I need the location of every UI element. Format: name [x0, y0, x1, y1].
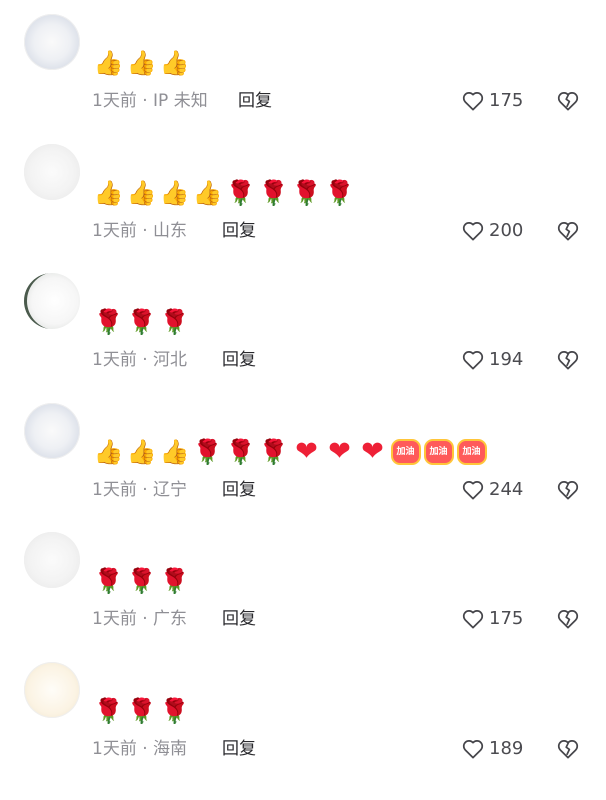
rose-emoji-icon: 🌹: [225, 438, 256, 466]
broken-heart-outline-icon[interactable]: [555, 737, 581, 761]
broken-heart-outline-icon[interactable]: [555, 607, 581, 631]
broken-heart-outline-icon[interactable]: [555, 89, 581, 113]
comment-time: 1天前: [92, 480, 137, 500]
like-count: 244: [489, 479, 524, 500]
comment-item: 👍 👍 👍 🌹 🌹 🌹 ❤ ❤ ❤ 加油 加油 加油 1天前 · 辽宁 回复 244: [0, 389, 606, 518]
rose-emoji-icon: 🌹: [126, 308, 157, 336]
thumb-emoji-icon: 👍: [93, 179, 124, 207]
jiayou-badge-emoji-icon: 加油: [456, 439, 487, 465]
rose-emoji-icon: 🌹: [324, 179, 355, 207]
reply-button[interactable]: 回复: [222, 479, 256, 501]
meta-separator: ·: [136, 221, 154, 241]
meta-separator: ·: [136, 480, 154, 500]
jiayou-badge-emoji-icon: 加油: [390, 439, 421, 465]
avatar[interactable]: [24, 273, 80, 329]
comment-text: 🌹 🌹 🌹: [92, 564, 191, 598]
comment-meta: 1天前 · 广东: [92, 608, 187, 630]
thumb-emoji-icon: 👍: [192, 179, 223, 207]
comment-time: 1天前: [92, 221, 137, 241]
like-count: 189: [489, 738, 524, 759]
heart-outline-icon[interactable]: [460, 219, 486, 243]
thumb-emoji-icon: 👍: [126, 179, 157, 207]
comment-meta: 1天前 · IP 未知: [92, 90, 208, 112]
heart-outline-icon[interactable]: [460, 737, 486, 761]
comment-time: 1天前: [92, 609, 137, 629]
heart-emoji-icon: ❤: [295, 436, 318, 467]
comment-item: 🌹 🌹 🌹 1天前 · 河北 回复 194: [0, 259, 606, 388]
comment-location: 广东: [153, 609, 188, 629]
rose-emoji-icon: 🌹: [93, 697, 124, 725]
thumb-emoji-icon: 👍: [93, 438, 124, 466]
heart-outline-icon[interactable]: [460, 607, 486, 631]
comment-text: 🌹 🌹 🌹: [92, 305, 191, 339]
thumb-emoji-icon: 👍: [159, 49, 190, 77]
comment-meta: 1天前 · 辽宁: [92, 479, 187, 501]
comment-text: 👍 👍 👍 🌹 🌹 🌹 ❤ ❤ ❤ 加油 加油 加油: [92, 435, 488, 469]
avatar[interactable]: [24, 403, 80, 459]
comment-meta: 1天前 · 河北: [92, 349, 187, 371]
meta-separator: ·: [136, 609, 154, 629]
rose-emoji-icon: 🌹: [126, 567, 157, 595]
meta-separator: ·: [136, 91, 154, 111]
comment-location: 山东: [153, 221, 188, 241]
rose-emoji-icon: 🌹: [192, 438, 223, 466]
reply-button[interactable]: 回复: [222, 608, 256, 630]
heart-emoji-icon: ❤: [328, 436, 351, 467]
rose-emoji-icon: 🌹: [159, 697, 190, 725]
rose-emoji-icon: 🌹: [291, 179, 322, 207]
comment-location: IP 未知: [153, 91, 208, 111]
comment-list: 👍 👍 👍 1天前 · IP 未知 回复 175 👍 👍 👍 👍 🌹 🌹 🌹 🌹 1天前 · 山东…: [0, 0, 606, 800]
heart-outline-icon[interactable]: [460, 348, 486, 372]
broken-heart-outline-icon[interactable]: [555, 478, 581, 502]
rose-emoji-icon: 🌹: [93, 308, 124, 336]
comment-meta: 1天前 · 山东: [92, 220, 187, 242]
like-count: 175: [489, 90, 524, 111]
avatar[interactable]: [24, 144, 80, 200]
heart-outline-icon[interactable]: [460, 89, 486, 113]
rose-emoji-icon: 🌹: [159, 567, 190, 595]
thumb-emoji-icon: 👍: [126, 438, 157, 466]
rose-emoji-icon: 🌹: [159, 308, 190, 336]
comment-item: 👍 👍 👍 1天前 · IP 未知 回复 175: [0, 0, 606, 129]
thumb-emoji-icon: 👍: [159, 179, 190, 207]
rose-emoji-icon: 🌹: [126, 697, 157, 725]
comment-item: 🌹 🌹 🌹 1天前 · 海南 回复 189: [0, 648, 606, 777]
comment-location: 辽宁: [153, 480, 188, 500]
comment-time: 1天前: [92, 350, 137, 370]
like-count: 200: [489, 220, 524, 241]
like-count: 194: [489, 349, 524, 370]
comment-text: 👍 👍 👍 👍 🌹 🌹 🌹 🌹: [92, 176, 356, 210]
comment-text: 👍 👍 👍: [92, 46, 191, 80]
comment-meta: 1天前 · 海南: [92, 738, 187, 760]
comment-item: 👍 👍 👍 👍 🌹 🌹 🌹 🌹 1天前 · 山东 回复 200: [0, 130, 606, 259]
comment-time: 1天前: [92, 91, 137, 111]
heart-emoji-icon: ❤: [361, 436, 384, 467]
rose-emoji-icon: 🌹: [258, 438, 289, 466]
rose-emoji-icon: 🌹: [93, 567, 124, 595]
reply-button[interactable]: 回复: [222, 220, 256, 242]
comment-location: 海南: [153, 739, 188, 759]
rose-emoji-icon: 🌹: [258, 179, 289, 207]
avatar[interactable]: [24, 532, 80, 588]
broken-heart-outline-icon[interactable]: [555, 348, 581, 372]
comment-text: 🌹 🌹 🌹: [92, 694, 191, 728]
reply-button[interactable]: 回复: [222, 349, 256, 371]
avatar[interactable]: [24, 662, 80, 718]
comment-item: 🌹 🌹 🌹 1天前 · 广东 回复 175: [0, 518, 606, 647]
reply-button[interactable]: 回复: [238, 90, 272, 112]
comment-time: 1天前: [92, 739, 137, 759]
jiayou-badge-emoji-icon: 加油: [423, 439, 454, 465]
meta-separator: ·: [136, 350, 154, 370]
heart-outline-icon[interactable]: [460, 478, 486, 502]
reply-button[interactable]: 回复: [222, 738, 256, 760]
thumb-emoji-icon: 👍: [126, 49, 157, 77]
thumb-emoji-icon: 👍: [93, 49, 124, 77]
rose-emoji-icon: 🌹: [225, 179, 256, 207]
thumb-emoji-icon: 👍: [159, 438, 190, 466]
avatar[interactable]: [24, 14, 80, 70]
comment-location: 河北: [153, 350, 188, 370]
broken-heart-outline-icon[interactable]: [555, 219, 581, 243]
meta-separator: ·: [136, 739, 154, 759]
like-count: 175: [489, 608, 524, 629]
